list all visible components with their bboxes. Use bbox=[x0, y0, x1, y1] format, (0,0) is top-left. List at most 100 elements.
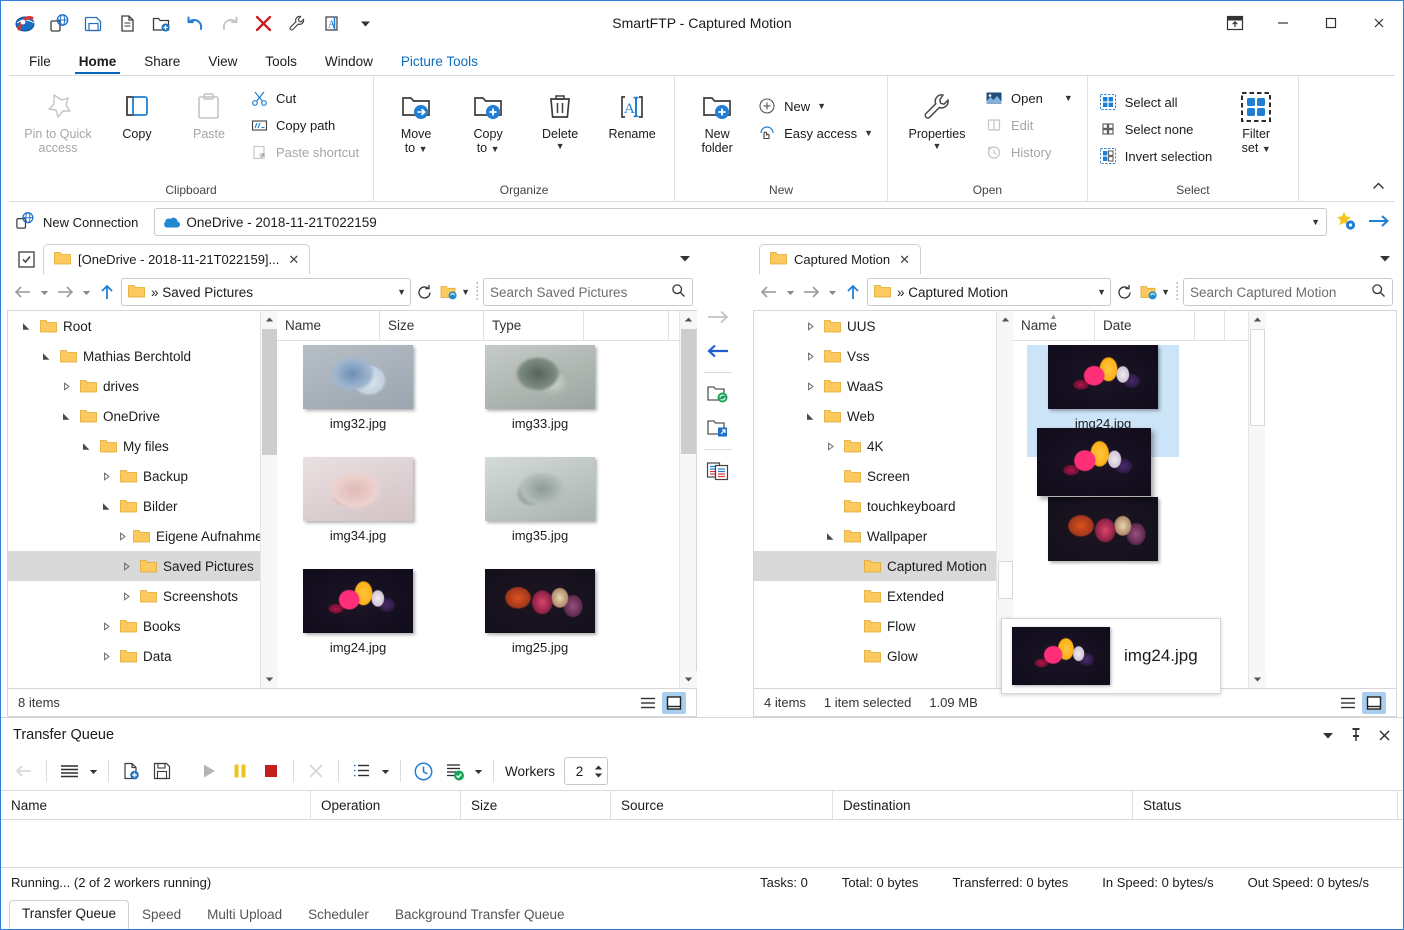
forward-button[interactable] bbox=[53, 279, 77, 305]
left-sync-browse-button[interactable]: ▼ bbox=[437, 279, 473, 305]
back-history-caret-icon[interactable] bbox=[783, 279, 797, 305]
close-icon[interactable] bbox=[1371, 722, 1397, 748]
collapse-arrow-icon[interactable] bbox=[802, 382, 818, 391]
queue-column-header-name[interactable]: Name bbox=[1, 791, 311, 819]
workers-stepper[interactable]: 2 bbox=[564, 757, 608, 785]
collapse-arrow-icon[interactable] bbox=[802, 322, 818, 331]
tree-item-data[interactable]: Data bbox=[8, 641, 260, 671]
up-button[interactable] bbox=[95, 279, 119, 305]
chevron-down-icon[interactable]: ▼ bbox=[1262, 144, 1271, 154]
file-thumbnail-item[interactable]: img24.jpg bbox=[282, 569, 434, 681]
collapse-arrow-icon[interactable] bbox=[98, 472, 114, 481]
transfer-queue-rows[interactable] bbox=[1, 820, 1403, 867]
left-refresh-button[interactable] bbox=[413, 280, 435, 304]
menu-icon[interactable] bbox=[54, 756, 84, 786]
tree-item-extended[interactable]: Extended bbox=[754, 581, 996, 611]
chevron-down-icon[interactable]: ▼ bbox=[933, 141, 942, 151]
scrollbar-thumb[interactable] bbox=[998, 561, 1013, 599]
tree-item-glow[interactable]: Glow bbox=[754, 641, 996, 671]
tree-item-captured-motion[interactable]: Captured Motion bbox=[754, 551, 996, 581]
filter-set-button[interactable]: Filter set ▼ bbox=[1220, 83, 1292, 160]
chevron-down-icon[interactable]: ▼ bbox=[1311, 217, 1320, 227]
close-icon[interactable]: ✕ bbox=[897, 252, 912, 268]
expand-arrow-icon[interactable] bbox=[822, 532, 838, 541]
expand-arrow-icon[interactable] bbox=[18, 322, 34, 331]
left-thumbnail-grid[interactable]: img32.jpgimg33.jpgimg34.jpgimg35.jpgimg2… bbox=[277, 341, 679, 688]
favorites-icon[interactable] bbox=[1335, 210, 1357, 235]
search-icon[interactable] bbox=[671, 283, 686, 301]
back-button[interactable] bbox=[11, 279, 35, 305]
up-button[interactable] bbox=[841, 279, 865, 305]
save-icon[interactable] bbox=[147, 756, 177, 786]
scroll-down-icon[interactable] bbox=[680, 671, 697, 688]
tree-item-books[interactable]: Books bbox=[8, 611, 260, 641]
tree-item-vss[interactable]: Vss bbox=[754, 341, 996, 371]
maximize-icon[interactable] bbox=[1307, 1, 1355, 45]
left-list-scrollbar[interactable] bbox=[679, 311, 696, 688]
transfer-folder-icon[interactable] bbox=[701, 411, 735, 445]
expand-arrow-icon[interactable] bbox=[802, 412, 818, 421]
column-header-date[interactable]: Date bbox=[1095, 311, 1195, 340]
redo-icon[interactable] bbox=[213, 7, 245, 39]
scrollbar-thumb[interactable] bbox=[262, 329, 277, 455]
new-folder-button[interactable]: New folder bbox=[681, 83, 753, 160]
left-search-input[interactable] bbox=[490, 285, 671, 300]
column-header-blank[interactable] bbox=[584, 311, 669, 340]
tree-item-uus[interactable]: UUS bbox=[754, 311, 996, 341]
properties-button[interactable]: Properties ▼ bbox=[894, 83, 980, 156]
play-icon[interactable] bbox=[194, 756, 224, 786]
pin-icon[interactable] bbox=[1343, 722, 1369, 748]
queue-tab-scheduler[interactable]: Scheduler bbox=[295, 902, 382, 929]
back-button[interactable] bbox=[757, 279, 781, 305]
scrollbar-thumb[interactable] bbox=[681, 329, 696, 454]
right-search-input[interactable] bbox=[1190, 285, 1371, 300]
scroll-up-icon[interactable] bbox=[261, 311, 278, 328]
chevron-down-icon[interactable]: ▼ bbox=[864, 128, 873, 138]
app-logo-icon[interactable] bbox=[9, 7, 41, 39]
file-thumbnail-item[interactable]: img35.jpg bbox=[464, 457, 616, 569]
copy-to-button[interactable]: Copy to ▼ bbox=[452, 83, 524, 160]
chevron-down-icon[interactable]: ▼ bbox=[1097, 287, 1106, 297]
new-item-button[interactable]: New ▼ bbox=[753, 93, 881, 119]
validate-icon[interactable] bbox=[439, 756, 469, 786]
ribbon-tab-view[interactable]: View bbox=[196, 51, 249, 75]
cancel-icon[interactable] bbox=[301, 756, 331, 786]
compare-icon[interactable] bbox=[701, 454, 735, 488]
tree-item-root[interactable]: Root bbox=[8, 311, 260, 341]
right-address-bar[interactable]: » Captured Motion ▼ bbox=[867, 278, 1111, 306]
menu-caret-icon[interactable] bbox=[85, 756, 101, 786]
chevron-down-icon[interactable]: ▼ bbox=[397, 287, 406, 297]
rename-button[interactable]: A Rename bbox=[596, 83, 668, 145]
collapse-arrow-icon[interactable] bbox=[118, 592, 134, 601]
select-all-button[interactable]: Select all bbox=[1094, 89, 1220, 115]
connect-arrow-icon[interactable] bbox=[1367, 211, 1391, 234]
add-file-icon[interactable] bbox=[116, 756, 146, 786]
collapse-arrow-icon[interactable] bbox=[118, 532, 127, 541]
collapse-arrow-icon[interactable] bbox=[98, 652, 114, 661]
queue-column-header-destination[interactable]: Destination bbox=[833, 791, 1133, 819]
scroll-up-icon[interactable] bbox=[1249, 311, 1266, 328]
back-history-caret-icon[interactable] bbox=[37, 279, 51, 305]
right-pane-tab-menu-icon[interactable] bbox=[1373, 245, 1397, 271]
close-icon[interactable] bbox=[1355, 1, 1403, 45]
ribbon-tab-share[interactable]: Share bbox=[132, 51, 192, 75]
chevron-down-icon[interactable]: ▼ bbox=[461, 287, 470, 297]
tree-item-touchkeyboard[interactable]: touchkeyboard bbox=[754, 491, 996, 521]
ribbon-tab-home[interactable]: Home bbox=[67, 51, 129, 75]
thumbnail-view-icon[interactable] bbox=[1362, 692, 1386, 714]
invert-selection-button[interactable]: Invert selection bbox=[1094, 143, 1220, 169]
forward-history-caret-icon[interactable] bbox=[825, 279, 839, 305]
file-thumbnail-item[interactable]: img34.jpg bbox=[282, 457, 434, 569]
scrollbar-thumb[interactable] bbox=[1250, 329, 1265, 426]
tree-item-flow[interactable]: Flow bbox=[754, 611, 996, 641]
tools-icon[interactable] bbox=[281, 7, 313, 39]
scroll-up-icon[interactable] bbox=[680, 311, 697, 328]
scroll-up-icon[interactable] bbox=[997, 311, 1014, 328]
queue-column-header-status[interactable]: Status bbox=[1133, 791, 1398, 819]
queue-tab-background-transfer-queue[interactable]: Background Transfer Queue bbox=[382, 902, 578, 929]
validate-caret-icon[interactable] bbox=[470, 756, 486, 786]
column-header-type[interactable]: Type bbox=[484, 311, 584, 340]
connection-address-bar[interactable]: OneDrive - 2018-11-21T022159 ▼ bbox=[154, 208, 1327, 236]
forward-history-caret-icon[interactable] bbox=[79, 279, 93, 305]
expand-arrow-icon[interactable] bbox=[78, 442, 94, 451]
